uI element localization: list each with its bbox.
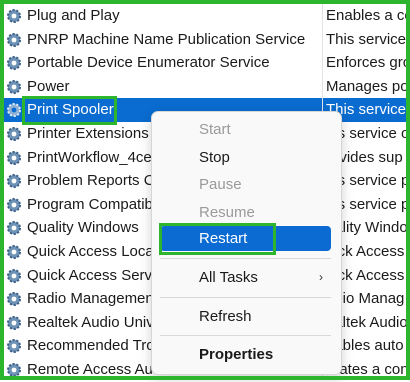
gear-icon (7, 245, 21, 259)
menu-item-start[interactable]: Start (152, 116, 341, 143)
menu-item-resume[interactable]: Resume (152, 199, 341, 226)
gear-icon (7, 79, 21, 94)
gear-icon (7, 315, 21, 330)
service-row[interactable]: Power Manages po (0, 75, 410, 99)
gear-icon (7, 363, 21, 377)
menu-separator (160, 297, 331, 298)
service-row[interactable]: Plug and Play Enables a co (0, 4, 410, 28)
gear-icon (7, 339, 21, 354)
service-description: Manages po (326, 77, 409, 95)
menu-item-all-tasks-label: All Tasks (199, 269, 258, 286)
menu-item-properties[interactable]: Properties (152, 341, 341, 368)
menu-item-pause[interactable]: Pause (152, 171, 341, 198)
menu-item-refresh[interactable]: Refresh (152, 303, 341, 330)
gear-icon (7, 174, 21, 189)
gear-icon (7, 268, 21, 283)
gear-icon (7, 127, 21, 141)
service-name: PNRP Machine Name Publication Service (27, 30, 306, 48)
service-name: Power (27, 77, 70, 95)
gear-icon (7, 221, 21, 236)
gear-icon (7, 103, 21, 118)
service-name: Plug and Play (27, 7, 120, 24)
menu-separator (160, 258, 331, 259)
gear-icon (7, 292, 21, 307)
gear-icon (7, 197, 21, 212)
annotation-box-restart (159, 223, 276, 255)
gear-icon (7, 56, 21, 71)
service-row[interactable]: PNRP Machine Name Publication Service Th… (0, 28, 410, 52)
gear-icon (7, 9, 21, 23)
service-description: Enables a co (326, 7, 410, 24)
chevron-right-icon: › (319, 270, 323, 284)
gear-icon (7, 150, 21, 165)
annotation-box-print-spooler (22, 96, 117, 125)
service-description: This service p (326, 30, 410, 48)
menu-separator (160, 335, 331, 336)
menu-item-stop[interactable]: Stop (152, 144, 341, 171)
service-name: Portable Device Enumerator Service (27, 54, 270, 72)
service-description: Enforces gro (326, 54, 410, 72)
menu-item-all-tasks[interactable]: All Tasks › (152, 264, 341, 291)
gear-icon (7, 32, 21, 47)
service-row[interactable]: Portable Device Enumerator Service Enfor… (0, 51, 410, 75)
